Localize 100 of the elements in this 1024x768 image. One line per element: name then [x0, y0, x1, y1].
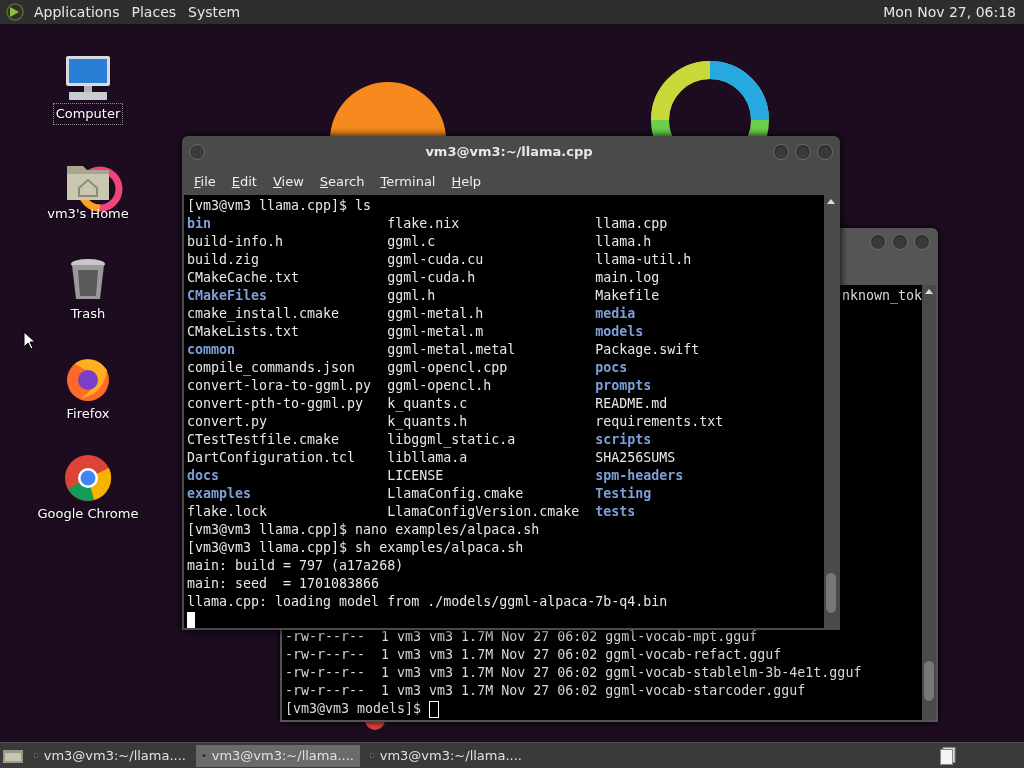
clock[interactable]: Mon Nov 27, 06:18: [883, 1, 1016, 23]
file-name: k_quants.c: [387, 395, 468, 413]
scrollbar[interactable]: [922, 285, 936, 720]
terminal-line: [vm3@vm3 llama.cpp]$ ls: [187, 197, 373, 215]
directory-name: scripts: [595, 431, 652, 449]
terminal-line: nknown_tok: [841, 287, 922, 305]
menu-item[interactable]: Search: [311, 171, 373, 192]
directory-name: spm-headers: [595, 467, 684, 485]
file-name: libggml_static.a: [387, 431, 516, 449]
window-control-button[interactable]: [892, 234, 908, 250]
directory-name: media: [595, 305, 636, 323]
file-name: LlamaConfig.cmake: [387, 485, 524, 503]
window-control-button[interactable]: [870, 234, 886, 250]
file-name: ggml.h: [387, 287, 436, 305]
file-name: ggml-cuda.h: [387, 269, 476, 287]
window-title: vm3@vm3:~/llama.cpp: [424, 143, 594, 162]
menu-item[interactable]: View: [264, 171, 312, 192]
terminal-line: main: build = 797 (a17a268): [187, 557, 404, 575]
mouse-pointer-icon: [23, 331, 35, 349]
scrollbar[interactable]: [824, 195, 838, 628]
file-name: requirements.txt: [595, 413, 724, 431]
panel-menu[interactable]: Applications: [34, 1, 120, 23]
menu-item[interactable]: Help: [443, 171, 490, 192]
window-control-button[interactable]: [795, 144, 811, 160]
terminal-line: llama.cpp: loading model from ./models/ggml-alpaca-7b-q4.bin: [187, 593, 668, 611]
file-name: README.md: [595, 395, 668, 413]
panel-menu[interactable]: System: [188, 1, 241, 23]
desktop-icon-label[interactable]: Firefox: [64, 404, 112, 424]
file-name: CMakeCache.txt: [187, 269, 300, 287]
window-control-button[interactable]: [817, 144, 833, 160]
file-name: flake.nix: [387, 215, 460, 233]
terminal-line: -rw-r--r-- 1 vm3 vm3 1.7M Nov 27 06:02 ggml-vocab-starcoder.gguf: [285, 682, 807, 700]
file-name: cmake_install.cmake: [187, 305, 340, 323]
firefox-icon: [65, 356, 111, 402]
file-name: build.zig: [187, 251, 260, 269]
file-name: LICENSE: [387, 467, 444, 485]
scrollbar-thumb[interactable]: [924, 661, 934, 701]
desktop-icon-label[interactable]: Google Chrome: [35, 504, 141, 524]
file-name: ggml.c: [387, 233, 436, 251]
scrollbar-thumb[interactable]: [826, 573, 836, 613]
terminal-cursor: [187, 612, 195, 628]
file-name: ggml-cuda.cu: [387, 251, 484, 269]
directory-name: examples: [187, 485, 252, 503]
terminal-line: [vm3@vm3 llama.cpp]$ nano examples/alpaca.sh: [187, 521, 540, 539]
file-name: Package.swift: [595, 341, 700, 359]
file-name: SHA256SUMS: [595, 449, 676, 467]
terminal-line: main: seed = 1701083866: [187, 575, 380, 593]
file-name: ggml-opencl.h: [387, 377, 492, 395]
desktop-icon-label[interactable]: vm3's Home: [45, 204, 131, 224]
chrome-icon: [64, 454, 112, 502]
directory-name: prompts: [595, 377, 652, 395]
file-name: flake.lock: [187, 503, 268, 521]
file-name: main.log: [595, 269, 660, 287]
file-name: convert.py: [187, 413, 268, 431]
file-name: DartConfiguration.tcl: [187, 449, 356, 467]
file-name: llama.cpp: [595, 215, 668, 233]
directory-name: docs: [187, 467, 220, 485]
file-name: ggml-metal.m: [387, 323, 484, 341]
directory-name: tests: [595, 503, 636, 521]
terminal-line: [vm3@vm3 llama.cpp]$ sh examples/alpaca.sh: [187, 539, 524, 557]
scroll-up-arrow-icon[interactable]: [827, 199, 835, 204]
desktop-icon-label[interactable]: Computer: [53, 104, 123, 124]
file-name: llama-util.h: [595, 251, 692, 269]
file-name: convert-pth-to-ggml.py: [187, 395, 364, 413]
menu-item[interactable]: Terminal: [372, 171, 444, 192]
file-name: build-info.h: [187, 233, 284, 251]
file-name: compile_commands.json: [187, 359, 356, 377]
directory-name: CMakeFiles: [187, 287, 268, 305]
computer-icon: [63, 54, 113, 102]
terminal-line: -rw-r--r-- 1 vm3 vm3 1.7M Nov 27 06:02 ggml-vocab-mpt.gguf: [285, 628, 759, 646]
desktop-icon-label[interactable]: Trash: [68, 304, 108, 324]
taskbar-button[interactable]: vm3@vm3:~/llama....: [196, 744, 360, 767]
menu-item[interactable]: File: [186, 171, 224, 192]
directory-name: models: [595, 323, 644, 341]
terminal-line: -rw-r--r-- 1 vm3 vm3 1.7M Nov 27 06:02 ggml-vocab-stablelm-3b-4e1t.gguf: [285, 664, 863, 682]
trash-icon: [69, 258, 107, 302]
terminal-line: -rw-r--r-- 1 vm3 vm3 1.7M Nov 27 06:02 ggml-vocab-refact.gguf: [285, 646, 783, 664]
terminal-prompt: [vm3@vm3 models]$: [285, 700, 423, 718]
directory-name: bin: [187, 215, 212, 233]
window-control-button[interactable]: [914, 234, 930, 250]
file-name: CMakeLists.txt: [187, 323, 300, 341]
file-name: libllama.a: [387, 449, 468, 467]
file-name: k_quants.h: [387, 413, 468, 431]
directory-name: Testing: [595, 485, 652, 503]
menu-item[interactable]: Edit: [223, 171, 265, 192]
directory-name: common: [187, 341, 236, 359]
file-name: llama.h: [595, 233, 652, 251]
play-logo-icon[interactable]: [6, 3, 24, 21]
scroll-up-arrow-icon[interactable]: [925, 289, 933, 294]
file-name: ggml-metal.h: [387, 305, 484, 323]
file-name: CTestTestfile.cmake: [187, 431, 340, 449]
file-name: ggml-opencl.cpp: [387, 359, 508, 377]
notes-icon[interactable]: [940, 746, 956, 765]
panel-menu[interactable]: Places: [131, 1, 177, 23]
file-name: convert-lora-to-ggml.py: [187, 377, 372, 395]
file-name: ggml-metal.metal: [387, 341, 516, 359]
window-control-button[interactable]: [773, 144, 789, 160]
directory-name: pocs: [595, 359, 628, 377]
window-menu-button[interactable]: [189, 144, 205, 160]
terminal-cursor: [429, 700, 440, 718]
